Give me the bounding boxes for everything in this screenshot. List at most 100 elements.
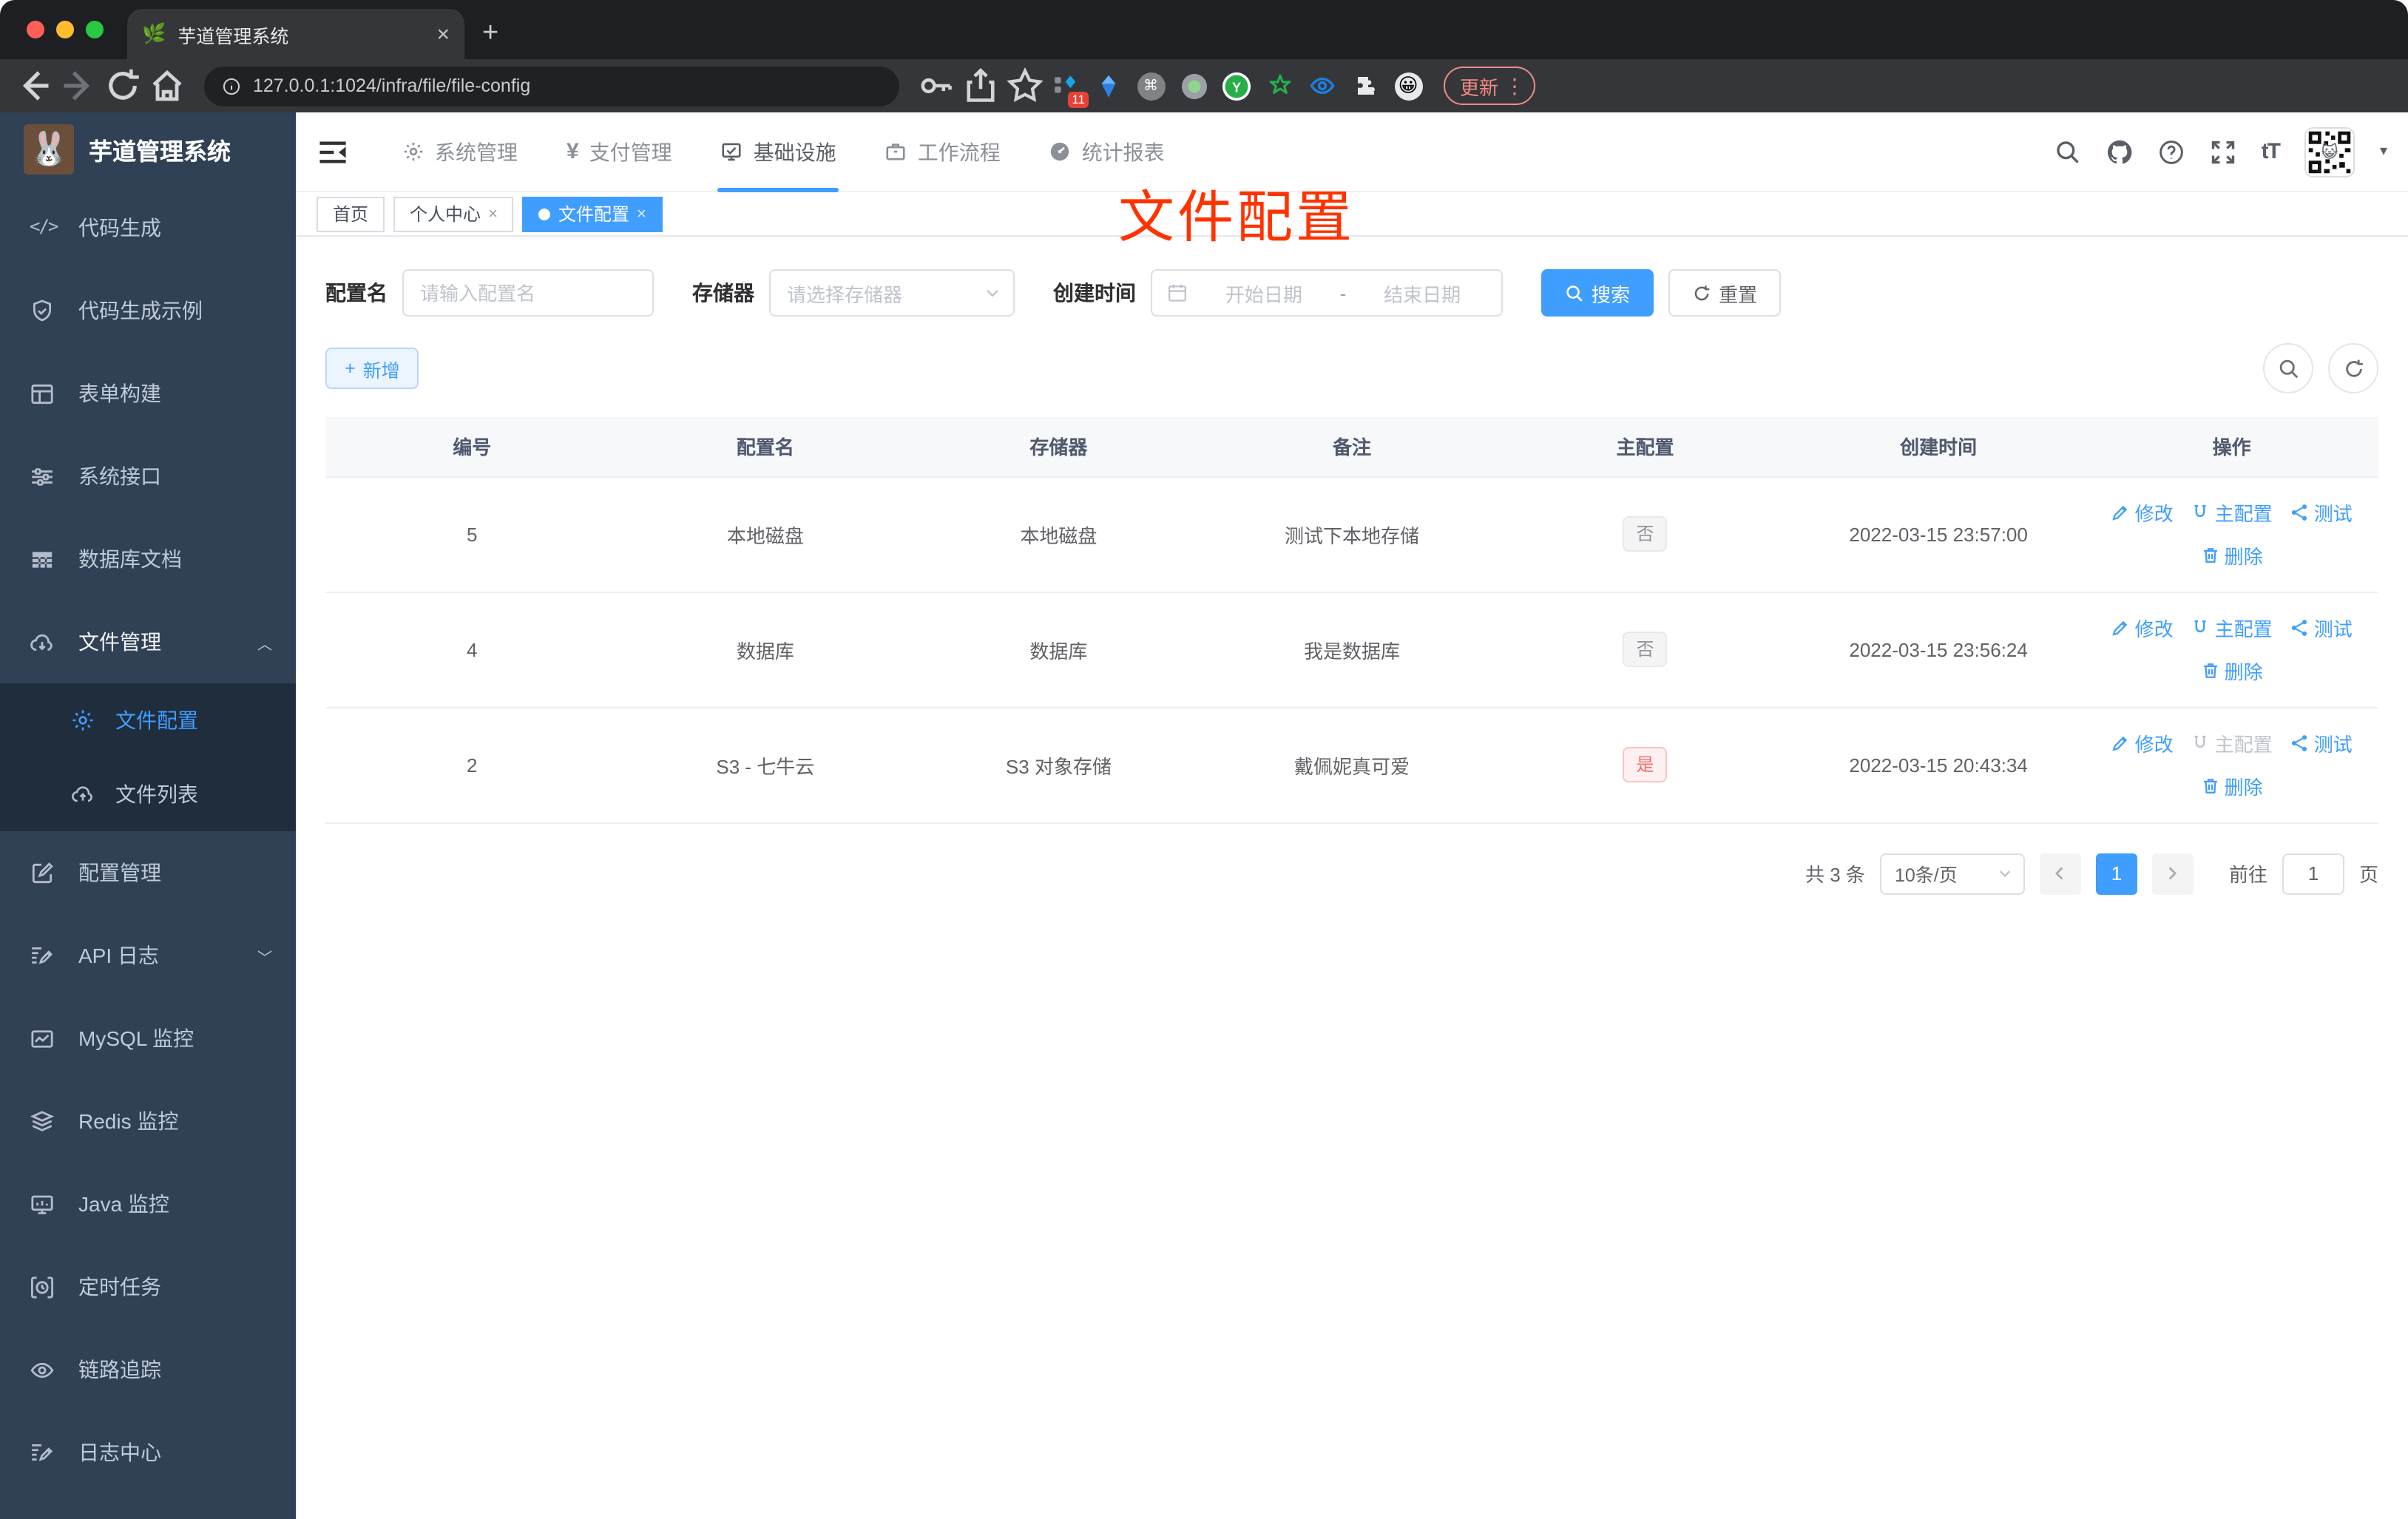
share-test-icon xyxy=(2292,620,2307,636)
sidebar-item-redis-monitor[interactable]: Redis 监控 xyxy=(0,1080,296,1163)
forward-icon[interactable] xyxy=(59,67,98,105)
delete-link[interactable]: 删除 xyxy=(2201,541,2263,569)
window-close-button[interactable] xyxy=(27,21,44,38)
password-key-icon[interactable] xyxy=(917,67,956,105)
cell-id: 4 xyxy=(325,591,619,708)
browser-update-button[interactable]: 更新 ⋮ xyxy=(1444,67,1536,105)
edit-icon xyxy=(2112,505,2128,521)
avatar-caret-icon[interactable]: ▾ xyxy=(2380,143,2387,160)
sidebar-item-api-log[interactable]: API 日志 ﹀ xyxy=(0,914,296,997)
tab-infrastructure[interactable]: 基础设施 xyxy=(717,112,839,192)
window-controls[interactable] xyxy=(27,21,104,38)
cell-created: 2022-03-15 20:43:34 xyxy=(1791,706,2086,823)
date-start-placeholder[interactable]: 开始日期 xyxy=(1200,279,1328,307)
sidebar-collapse-icon[interactable] xyxy=(317,135,349,168)
sidebar-item-code-gen[interactable]: </> 代码生成 xyxy=(0,186,296,269)
home-icon[interactable] xyxy=(148,67,186,105)
extension-y-icon[interactable]: Y xyxy=(1222,71,1251,101)
magnet-icon xyxy=(2195,504,2207,518)
window-minimize-button[interactable] xyxy=(56,21,74,38)
config-name-input[interactable] xyxy=(402,269,654,317)
master-config-link[interactable]: 主配置 xyxy=(2191,498,2273,527)
extension-pin-icon[interactable]: 11 xyxy=(1050,71,1089,108)
browser-tab[interactable]: 🌿 芋道管理系统 × xyxy=(127,9,464,59)
tab-close-icon[interactable]: × xyxy=(436,21,450,47)
reset-button[interactable]: 重置 xyxy=(1668,269,1782,317)
share-icon[interactable] xyxy=(961,67,1000,105)
storage-select[interactable]: 请选择存储器 xyxy=(769,269,1015,317)
tag-close-icon[interactable]: × xyxy=(488,205,498,223)
tag-profile[interactable]: 个人中心 × xyxy=(393,196,514,231)
extension-kite-icon[interactable] xyxy=(1093,71,1123,101)
edit-link[interactable]: 修改 xyxy=(2111,729,2174,757)
sidebar-item-config-management[interactable]: 配置管理 xyxy=(0,831,296,914)
current-page-button[interactable]: 1 xyxy=(2095,853,2137,894)
extension-dot-icon[interactable] xyxy=(1179,71,1208,101)
test-link[interactable]: 测试 xyxy=(2290,729,2353,757)
back-icon[interactable] xyxy=(15,67,53,105)
test-link[interactable]: 测试 xyxy=(2290,498,2353,527)
eye-icon xyxy=(30,1361,54,1378)
search-form: 配置名 存储器 请选择存储器 创建时间 开始日期 - 结束日期 xyxy=(325,269,2378,317)
sidebar-item-log-center[interactable]: 日志中心 xyxy=(0,1411,296,1494)
tag-home[interactable]: 首页 xyxy=(317,196,385,231)
sidebar-item-file-config[interactable]: 文件配置 xyxy=(0,683,296,757)
search-icon[interactable] xyxy=(2054,138,2081,165)
reload-icon[interactable] xyxy=(104,67,142,105)
site-info-icon[interactable] xyxy=(222,76,241,95)
sidebar-item-form-builder[interactable]: 表单构建 xyxy=(0,352,296,435)
fullscreen-icon[interactable] xyxy=(2210,138,2236,165)
delete-link[interactable]: 删除 xyxy=(2201,772,2263,800)
edit-link[interactable]: 修改 xyxy=(2111,614,2174,642)
next-page-button[interactable] xyxy=(2151,853,2194,894)
cloud-download-icon xyxy=(30,633,53,650)
window-zoom-button[interactable] xyxy=(86,21,104,38)
font-size-icon[interactable]: tT xyxy=(2262,139,2281,164)
search-button[interactable]: 搜索 xyxy=(1541,269,1654,317)
url-text[interactable]: 127.0.0.1:1024/infra/file/file-config xyxy=(253,75,530,96)
date-end-placeholder[interactable]: 结束日期 xyxy=(1358,279,1487,307)
tab-favicon-icon: 🌿 xyxy=(142,22,166,44)
add-button[interactable]: + 新增 xyxy=(325,348,419,389)
goto-page-input[interactable] xyxy=(2282,853,2344,894)
page-size-select[interactable]: 10条/页 xyxy=(1879,853,2025,894)
sidebar-item-db-doc[interactable]: 数据库文档 xyxy=(0,518,296,601)
test-link[interactable]: 测试 xyxy=(2290,614,2353,642)
edit-link[interactable]: 修改 xyxy=(2111,498,2174,527)
help-icon[interactable] xyxy=(2158,138,2185,165)
sidebar-item-file-list[interactable]: 文件列表 xyxy=(0,757,296,831)
user-avatar[interactable]: 😺 xyxy=(2304,126,2355,177)
toggle-search-button[interactable] xyxy=(2263,343,2313,393)
table-row: 2 S3 - 七牛云 S3 对象存储 戴佩妮真可爱 是 2022-03-15 2… xyxy=(325,706,2378,823)
extension-command-icon[interactable]: ⌘ xyxy=(1136,71,1166,101)
sidebar-item-java-monitor[interactable]: Java 监控 xyxy=(0,1163,296,1245)
sidebar-item-code-gen-demo[interactable]: 代码生成示例 xyxy=(0,269,296,352)
sidebar-item-file-management[interactable]: 文件管理 ︿ xyxy=(0,601,296,683)
extensions-puzzle-icon[interactable] xyxy=(1350,71,1380,101)
extension-eye-icon[interactable] xyxy=(1308,71,1337,101)
delete-link[interactable]: 删除 xyxy=(2201,657,2263,685)
prev-page-button[interactable] xyxy=(2039,853,2081,894)
extension-emoji-icon[interactable]: 😀 xyxy=(1393,71,1423,101)
sidebar-item-mysql-monitor[interactable]: MySQL 监控 xyxy=(0,997,296,1080)
browser-tab-strip: 🌿 芋道管理系统 × + xyxy=(0,0,2408,59)
tab-system-management[interactable]: 系统管理 xyxy=(402,112,518,192)
tag-file-config[interactable]: 文件配置 × xyxy=(522,196,663,231)
sidebar-item-system-api[interactable]: 系统接口 xyxy=(0,435,296,518)
url-bar[interactable]: 127.0.0.1:1024/infra/file/file-config xyxy=(204,66,899,106)
bookmark-star-icon[interactable] xyxy=(1006,67,1044,105)
new-tab-button[interactable]: + xyxy=(482,18,498,50)
browser-menu-icon[interactable]: ⋮ xyxy=(1504,73,1525,98)
tab-statistics-report[interactable]: 统计报表 xyxy=(1049,112,1165,192)
github-icon[interactable] xyxy=(2106,138,2133,165)
refresh-table-button[interactable] xyxy=(2328,343,2378,393)
tab-workflow[interactable]: 工作流程 xyxy=(885,112,1001,192)
tab-payment-management[interactable]: ¥ 支付管理 xyxy=(567,112,672,192)
tag-close-icon[interactable]: × xyxy=(637,205,646,223)
master-config-link[interactable]: 主配置 xyxy=(2191,614,2273,642)
sidebar-item-scheduled-tasks[interactable]: 定时任务 xyxy=(0,1245,296,1328)
cell-storage: 本地磁盘 xyxy=(912,476,1205,592)
sidebar-item-trace[interactable]: 链路追踪 xyxy=(0,1328,296,1411)
date-range-picker[interactable]: 开始日期 - 结束日期 xyxy=(1151,269,1503,317)
extension-star-icon[interactable] xyxy=(1265,71,1294,101)
